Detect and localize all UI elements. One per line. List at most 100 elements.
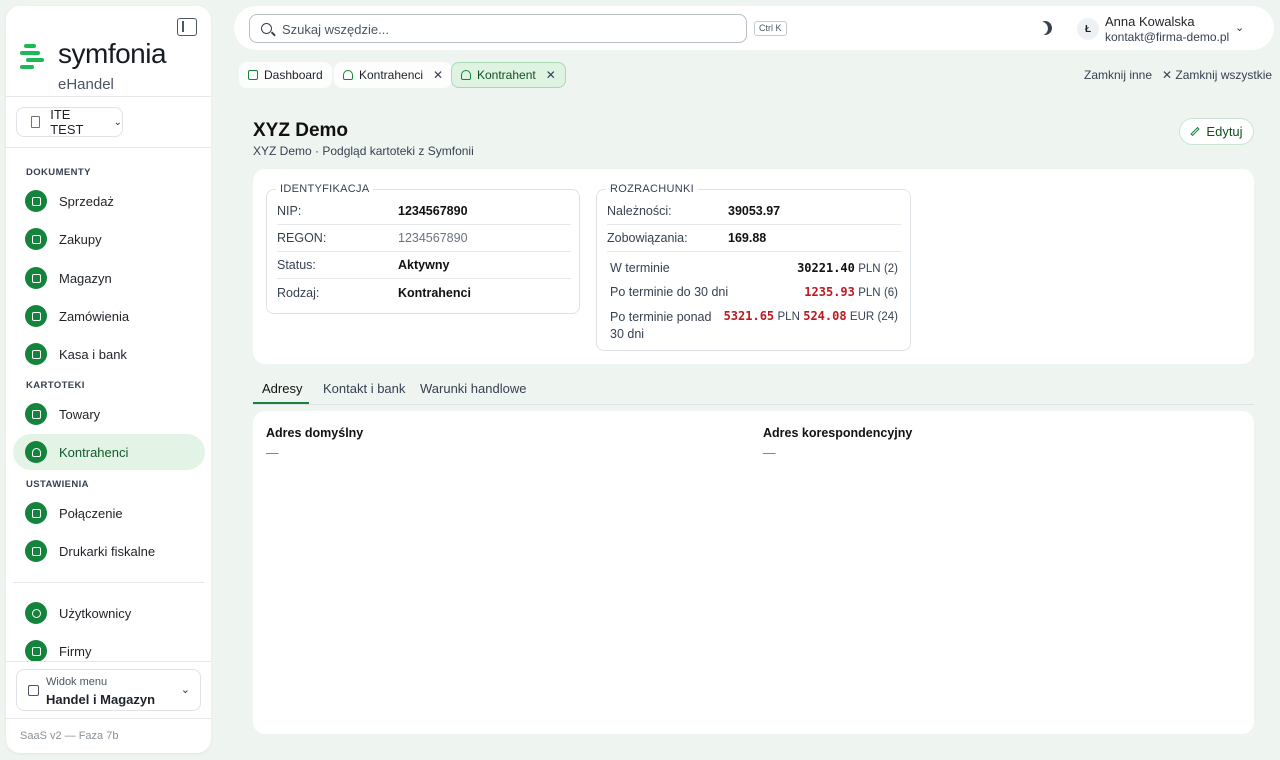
box-icon	[25, 343, 47, 365]
sidebar-item-fiscal-printers[interactable]: Drukarki fiskalne	[13, 533, 205, 569]
overdue-over-30-eur-currency: EUR	[849, 311, 875, 323]
tab-label: Dashboard	[264, 68, 323, 82]
info-card: IDENTYFIKACJA NIP: 1234567890 REGON: 123…	[253, 169, 1254, 364]
divider	[6, 718, 211, 719]
company-selector[interactable]: ITE TEST ⌄	[16, 107, 123, 137]
search-input[interactable]	[282, 20, 722, 38]
overdue-30-label: Po terminie do 30 dni	[610, 285, 729, 299]
receivables-value: 39053.97	[728, 204, 781, 218]
tab-contractors[interactable]: Kontrahenci ✕	[334, 62, 453, 88]
brand-name: symfonia	[58, 38, 167, 69]
edit-button[interactable]: Edytuj	[1179, 118, 1254, 145]
close-all-label: Zamknij wszystkie	[1175, 68, 1273, 82]
settlements-legend: ROZRACHUNKI	[606, 183, 698, 195]
overdue-over-30-line2: 30 dni	[610, 327, 645, 341]
identification-panel: IDENTYFIKACJA NIP: 1234567890 REGON: 123…	[266, 183, 580, 314]
user-email[interactable]: kontakt@firma-demo.pl	[1105, 30, 1229, 44]
page-subtitle: XYZ Demo · Podgląd kartoteki z Symfonii	[253, 144, 474, 158]
box-icon	[25, 305, 47, 327]
sidebar-item-products[interactable]: Towary	[13, 396, 205, 432]
tab-contractor[interactable]: Kontrahent ✕	[451, 62, 566, 88]
section-label-documents: DOKUMENTY	[26, 167, 91, 178]
tab-dashboard[interactable]: Dashboard	[239, 62, 332, 88]
sidebar-item-warehouse[interactable]: Magazyn	[13, 260, 205, 296]
building-icon	[25, 640, 47, 661]
sidebar-item-contractors[interactable]: Kontrahenci	[13, 434, 205, 470]
chevron-down-icon: ⌄	[180, 684, 190, 696]
user-cog-icon	[25, 602, 47, 624]
regon-value: 1234567890	[398, 231, 468, 245]
close-others-button[interactable]: Zamknij inne	[1084, 68, 1152, 82]
users-icon	[343, 70, 353, 80]
tab-label: Kontrahenci	[359, 68, 424, 82]
correspondence-address-title: Adres korespondencyjny	[763, 426, 913, 440]
sidebar-item-purchases[interactable]: Zakupy	[13, 221, 205, 257]
sidebar-item-users[interactable]: Użytkownicy	[13, 595, 205, 631]
search-box[interactable]	[249, 14, 747, 43]
sidebar-item-label: Zamówienia	[59, 308, 130, 324]
overdue-30-value: 1235.93	[804, 285, 855, 299]
divider	[6, 147, 211, 148]
sidebar-item-label: Kasa i bank	[59, 346, 127, 362]
overdue-over-30-pln-currency: PLN	[777, 311, 800, 323]
symfonia-logo-icon	[20, 44, 46, 70]
search-icon	[261, 23, 272, 34]
sidebar-item-connection[interactable]: Połączenie	[13, 495, 205, 531]
status-row: Status: Aktywny	[277, 252, 571, 279]
user-name[interactable]: Anna Kowalska	[1105, 14, 1195, 29]
correspondence-address-value: —	[763, 446, 776, 460]
regon-row: REGON: 1234567890	[277, 225, 571, 252]
avatar[interactable]: Ł	[1077, 18, 1099, 40]
sidebar-item-companies[interactable]: Firmy	[13, 633, 205, 661]
close-all-button[interactable]: ✕ Zamknij wszystkie	[1162, 68, 1272, 82]
default-address-title: Adres domyślny	[266, 426, 364, 440]
sidebar-collapse-icon[interactable]	[177, 18, 197, 36]
sidebar-item-label: Sprzedaż	[59, 193, 114, 209]
sidebar-item-sales[interactable]: Sprzedaż	[13, 183, 205, 219]
overdue-30-currency: PLN	[858, 287, 881, 299]
tabs-divider	[253, 404, 1254, 405]
overdue-over-30-label: Po terminie ponad 30 dni	[610, 309, 711, 343]
close-icon[interactable]: ✕	[433, 68, 443, 82]
sidebar-item-label: Drukarki fiskalne	[59, 543, 156, 559]
active-tab-indicator	[253, 402, 309, 404]
section-label-records: KARTOTEKI	[26, 380, 85, 391]
liabilities-value: 169.88	[728, 231, 767, 245]
receivables-row: Należności: 39053.97	[607, 198, 901, 225]
users-icon	[25, 441, 47, 463]
identification-legend: IDENTYFIKACJA	[276, 183, 374, 195]
sidebar-item-label: Połączenie	[59, 505, 123, 521]
sidebar: symfonia eHandel ITE TEST ⌄ DOKUMENTY Sp…	[6, 6, 211, 753]
divider	[6, 96, 211, 97]
chevron-down-icon: ⌄	[113, 116, 122, 128]
liabilities-label: Zobowiązania:	[607, 231, 688, 245]
topbar: Ctrl K Ł Anna Kowalska kontakt@firma-dem…	[234, 6, 1274, 50]
sidebar-item-label: Magazyn	[59, 270, 112, 286]
users-icon	[461, 70, 471, 80]
liabilities-row: Zobowiązania: 169.88	[607, 225, 901, 252]
tab-contact-bank[interactable]: Kontakt i bank	[323, 381, 405, 396]
on-time-currency: PLN	[858, 263, 881, 275]
sidebar-item-cash-bank[interactable]: Kasa i bank	[13, 336, 205, 372]
chevron-down-icon[interactable]: ⌄	[1235, 21, 1244, 34]
box-icon	[25, 228, 47, 250]
app-version: SaaS v2 — Faza 7b	[20, 730, 119, 742]
tab-label: Kontrahent	[477, 68, 536, 82]
database-icon	[248, 70, 258, 80]
addresses-panel: Adres domyślny — Adres korespondencyjny …	[253, 411, 1254, 734]
menu-view-selector[interactable]: Widok menu Handel i Magazyn ⌄	[16, 669, 201, 711]
close-icon[interactable]: ✕	[546, 68, 556, 82]
receivables-label: Należności:	[607, 204, 672, 218]
overdue-30-amount: 1235.93 PLN (6)	[804, 285, 898, 299]
on-time-label: W terminie	[610, 261, 670, 275]
moon-icon[interactable]	[1036, 19, 1054, 37]
menu-view-label: Widok menu	[46, 676, 108, 688]
default-address-value: —	[266, 446, 279, 460]
divider	[13, 582, 204, 583]
on-time-count: (2)	[883, 263, 898, 275]
tab-addresses[interactable]: Adresy	[262, 381, 302, 396]
nip-row: NIP: 1234567890	[277, 198, 571, 225]
menu-view-value: Handel i Magazyn	[46, 692, 156, 707]
tab-trade-terms[interactable]: Warunki handlowe	[420, 381, 526, 396]
sidebar-item-orders[interactable]: Zamówienia	[13, 298, 205, 334]
